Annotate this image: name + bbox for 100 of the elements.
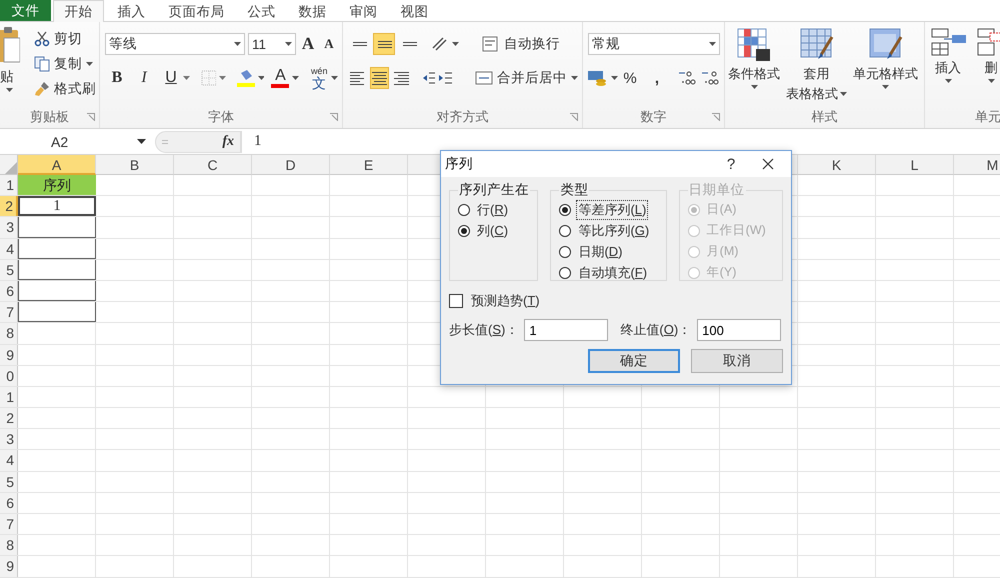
- row-header[interactable]: 0: [0, 366, 18, 386]
- row-header[interactable]: 6: [0, 492, 18, 513]
- row-header[interactable]: 8: [0, 323, 18, 344]
- row-header[interactable]: 3: [0, 217, 18, 238]
- number-format-field[interactable]: 常规: [588, 33, 720, 55]
- column-header[interactable]: D: [252, 155, 330, 175]
- option-label[interactable]: 日期(D): [576, 242, 625, 262]
- row-header[interactable]: 2: [0, 196, 18, 216]
- row-header[interactable]: 5: [0, 260, 18, 280]
- name-box[interactable]: A2: [0, 130, 150, 152]
- underline-button[interactable]: U: [162, 67, 180, 89]
- checkbox-label[interactable]: 预测趋势(T): [469, 291, 542, 311]
- merge-center-button[interactable]: 合并后居中: [474, 67, 578, 89]
- checkbox[interactable]: [449, 294, 463, 308]
- decrease-indent-icon[interactable]: [422, 70, 436, 86]
- ribbon-tab[interactable]: 页面布局: [157, 0, 236, 22]
- caret-icon: [258, 76, 264, 80]
- help-button[interactable]: ?: [717, 156, 745, 172]
- italic-button[interactable]: I: [135, 67, 153, 89]
- caret-icon: [611, 76, 618, 80]
- font-name-field[interactable]: 等线: [105, 33, 245, 55]
- format-as-table-button[interactable]: 套用 表格格式: [786, 27, 847, 103]
- row-header[interactable]: 2: [0, 408, 18, 428]
- paste-button[interactable]: 贴: [0, 22, 28, 92]
- ribbon-tab[interactable]: 插入: [106, 0, 157, 22]
- bold-button[interactable]: B: [108, 67, 126, 89]
- copy-button[interactable]: 复制: [34, 53, 96, 75]
- delete-button[interactable]: 删: [974, 27, 1000, 83]
- grow-font-button[interactable]: A: [299, 33, 317, 55]
- dialog-button[interactable]: 确定: [588, 349, 680, 373]
- input-field[interactable]: 100: [697, 319, 782, 341]
- comma-button[interactable]: ,: [648, 67, 666, 89]
- row-header[interactable]: 7: [0, 514, 18, 534]
- ribbon-tab[interactable]: 公式: [236, 0, 287, 22]
- orientation-icon[interactable]: [431, 36, 449, 52]
- column-header[interactable]: C: [174, 155, 252, 175]
- format-painter-button[interactable]: 格式刷: [34, 78, 96, 100]
- radio-button[interactable]: [559, 246, 572, 258]
- ribbon-tab[interactable]: 数据: [287, 0, 338, 22]
- launcher-icon[interactable]: [712, 113, 720, 121]
- option-label[interactable]: 等差序列(L): [576, 200, 648, 220]
- shrink-font-button[interactable]: A: [320, 33, 338, 55]
- radio-button[interactable]: [559, 204, 572, 216]
- row-header[interactable]: 7: [0, 302, 18, 322]
- row-header[interactable]: 1: [0, 175, 18, 196]
- phonetic-button[interactable]: wén 文: [310, 67, 328, 89]
- align-button[interactable]: [373, 33, 395, 55]
- column-header[interactable]: L: [876, 155, 954, 175]
- cell-styles-button[interactable]: 单元格样式: [853, 27, 918, 89]
- column-header[interactable]: K: [798, 155, 876, 175]
- row-header[interactable]: 8: [0, 535, 18, 556]
- radio-button[interactable]: [458, 204, 470, 216]
- option-label[interactable]: 列(C): [475, 220, 510, 240]
- decrease-decimal-icon[interactable]: [700, 69, 720, 87]
- insert-button[interactable]: 插入: [928, 27, 968, 83]
- font-size-field[interactable]: 11: [248, 33, 296, 55]
- group-title: 类型: [559, 181, 590, 199]
- row-header[interactable]: 3: [0, 429, 18, 450]
- fill-color-icon[interactable]: [237, 69, 255, 87]
- dialog-button[interactable]: 取消: [691, 349, 783, 373]
- option-label[interactable]: 行(R): [475, 200, 510, 220]
- delete-cells-icon: [976, 27, 1000, 57]
- radio-button[interactable]: [559, 266, 572, 278]
- caret-icon: [331, 76, 338, 80]
- increase-indent-icon[interactable]: [438, 70, 452, 86]
- launcher-icon[interactable]: [570, 113, 578, 121]
- table-cell: 序列: [18, 175, 96, 196]
- launcher-icon[interactable]: [330, 113, 338, 121]
- file-tab[interactable]: 文件: [0, 0, 51, 21]
- column-header[interactable]: M: [954, 155, 1000, 175]
- currency-icon[interactable]: [588, 69, 608, 87]
- row-header[interactable]: 9: [0, 344, 18, 365]
- column-header[interactable]: A: [18, 155, 96, 175]
- ribbon-tab[interactable]: 开始: [53, 0, 104, 22]
- font-color-button[interactable]: A: [271, 68, 290, 88]
- row-header[interactable]: 1: [0, 386, 18, 408]
- input-field[interactable]: 1: [524, 319, 608, 341]
- option-label[interactable]: 自动填充(F): [576, 262, 650, 282]
- launcher-icon[interactable]: [87, 113, 95, 121]
- ribbon-tab[interactable]: 审阅: [338, 0, 389, 22]
- conditional-format-button[interactable]: 条件格式: [728, 27, 780, 89]
- brush-icon: [34, 81, 50, 97]
- option-label[interactable]: 等比序列(G): [576, 220, 652, 240]
- cut-button[interactable]: 剪切: [34, 28, 96, 50]
- wrap-text-button[interactable]: 自动换行: [482, 33, 560, 55]
- function-button[interactable]: fx: [222, 134, 234, 150]
- column-header[interactable]: B: [96, 155, 174, 175]
- wrap-icon: [482, 36, 500, 52]
- radio-button[interactable]: [559, 224, 572, 236]
- radio-button[interactable]: [458, 224, 470, 236]
- column-header[interactable]: E: [330, 155, 408, 175]
- increase-decimal-icon[interactable]: [677, 69, 697, 87]
- ribbon-tab[interactable]: 视图: [389, 0, 440, 22]
- row-header[interactable]: 9: [0, 556, 18, 577]
- row-header[interactable]: 6: [0, 280, 18, 302]
- align-button[interactable]: [370, 67, 389, 89]
- percent-button[interactable]: %: [621, 67, 639, 89]
- row-header[interactable]: 5: [0, 472, 18, 492]
- row-header[interactable]: 4: [0, 450, 18, 471]
- row-header[interactable]: 4: [0, 238, 18, 259]
